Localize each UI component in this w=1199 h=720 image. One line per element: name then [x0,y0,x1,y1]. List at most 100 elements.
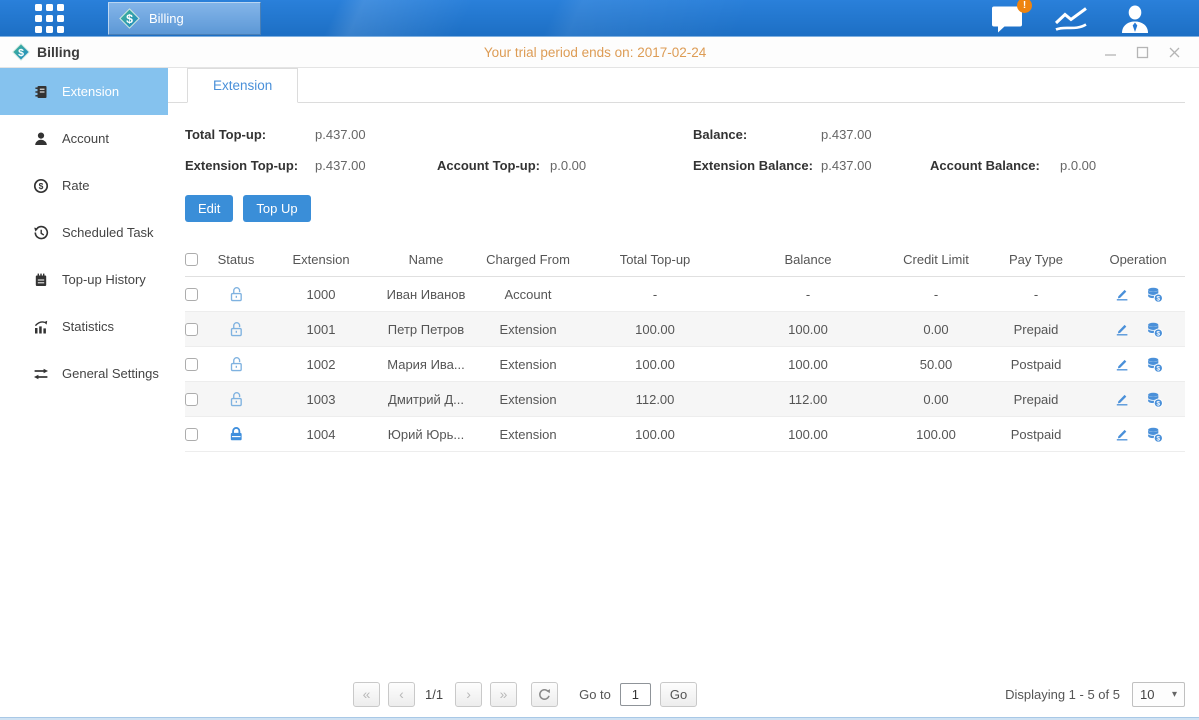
edit-icon[interactable] [1114,286,1130,302]
page-size-select[interactable]: 10 ▾ [1132,682,1185,707]
edit-button[interactable]: Edit [185,195,233,222]
sidebar-item-label: Top-up History [62,272,146,287]
svg-text:$: $ [1156,435,1160,442]
edit-icon[interactable] [1114,426,1130,442]
sidebar-item-general-settings[interactable]: General Settings [0,350,168,397]
minimize-button[interactable] [1104,46,1117,59]
row-checkbox[interactable] [185,323,198,336]
sidebar-item-label: Scheduled Task [62,225,154,240]
taskbar-tab-label: Billing [149,11,184,26]
balance-cell: 112.00 [725,392,891,407]
credit-limit-cell: 50.00 [891,357,981,372]
table-row: 1000 Иван Иванов Account - - - - $ [185,277,1185,312]
pay-type-cell: Postpaid [981,427,1091,442]
last-page-button[interactable]: » [490,682,517,707]
pay-type-cell: Prepaid [981,392,1091,407]
ledger-icon [32,84,49,100]
col-balance: Balance [725,252,891,267]
total-topup-value: p.437.00 [315,119,366,150]
messages-icon[interactable]: ! [991,4,1024,33]
sidebar-item-statistics[interactable]: Statistics [0,303,168,350]
table-body: 1000 Иван Иванов Account - - - - $ [185,277,1185,452]
table-row: 1001 Петр Петров Extension 100.00 100.00… [185,312,1185,347]
top-up-coins-icon[interactable]: $ [1146,356,1163,373]
window-title: Billing [37,44,80,60]
row-checkbox[interactable] [185,428,198,441]
col-operation: Operation [1091,252,1185,267]
window-title-area: $ Billing [12,43,80,61]
maximize-button[interactable] [1136,46,1149,59]
sidebar: Extension Account $ Rate Scheduled T [0,68,168,717]
sidebar-item-extension[interactable]: Extension [0,68,168,115]
user-menu-icon[interactable] [1118,4,1152,33]
balance-cell: 100.00 [725,427,891,442]
top-up-coins-icon[interactable]: $ [1146,391,1163,408]
lock-open-icon [227,390,245,408]
row-checkbox[interactable] [185,358,198,371]
trial-notice: Your trial period ends on: 2017-02-24 [484,45,706,60]
total-topup-cell: 100.00 [585,427,725,442]
edit-icon[interactable] [1114,356,1130,372]
sidebar-item-label: Account [62,131,109,146]
top-up-coins-icon[interactable]: $ [1146,426,1163,443]
table-row: 1004 Юрий Юрь... Extension 100.00 100.00… [185,417,1185,452]
tab-extension[interactable]: Extension [187,68,298,103]
select-all-checkbox[interactable] [185,253,198,266]
sidebar-item-label: General Settings [62,366,159,381]
lock-open-icon [227,320,245,338]
lock-open-icon [227,285,245,303]
top-up-button[interactable]: Top Up [243,195,310,222]
prev-page-button[interactable]: ‹ [388,682,415,707]
sidebar-item-account[interactable]: Account [0,115,168,162]
sidebar-item-label: Statistics [62,319,114,334]
account-balance-label: Account Balance: [930,150,1060,181]
sliders-icon [32,366,49,382]
resource-monitor-icon[interactable] [1053,4,1089,33]
sidebar-item-scheduled-task[interactable]: Scheduled Task [0,209,168,256]
name-cell: Мария Ива... [381,357,471,372]
edit-icon[interactable] [1114,391,1130,407]
pay-type-cell: Postpaid [981,357,1091,372]
sidebar-item-topup-history[interactable]: Top-up History [0,256,168,303]
app-launcher-icon[interactable] [35,4,64,33]
extension-topup-label: Extension Top-up: [185,150,315,181]
balance-cell: 100.00 [725,322,891,337]
close-button[interactable] [1168,46,1181,59]
pay-type-cell: Prepaid [981,322,1091,337]
table-row: 1002 Мария Ива... Extension 100.00 100.0… [185,347,1185,382]
lock-closed-icon [227,425,245,443]
goto-page-input[interactable] [620,683,651,706]
main-content: Extension Total Top-up:p.437.00 Extensio… [168,68,1199,717]
svg-text:$: $ [38,181,43,191]
credit-limit-cell: - [891,287,981,302]
account-balance-value: p.0.00 [1060,150,1096,181]
next-page-button[interactable]: › [455,682,482,707]
taskbar-tab-billing[interactable]: $ Billing [108,2,261,35]
svg-text:$: $ [18,47,24,59]
row-checkbox[interactable] [185,288,198,301]
row-checkbox[interactable] [185,393,198,406]
total-topup-label: Total Top-up: [185,119,315,150]
extensions-table: Status Extension Name Charged From Total… [185,242,1185,452]
pay-type-cell: - [981,287,1091,302]
total-topup-cell: 100.00 [585,322,725,337]
extension-topup-value: p.437.00 [315,150,437,181]
go-button[interactable]: Go [660,682,697,707]
total-topup-cell: 112.00 [585,392,725,407]
page-indicator: 1/1 [425,687,443,702]
dollar-circle-icon: $ [32,178,49,194]
refresh-button[interactable] [531,682,558,707]
edit-icon[interactable] [1114,321,1130,337]
col-status: Status [211,252,261,267]
first-page-button[interactable]: « [353,682,380,707]
top-up-coins-icon[interactable]: $ [1146,286,1163,303]
sidebar-item-rate[interactable]: $ Rate [0,162,168,209]
balance-value: p.437.00 [821,119,872,150]
charged-from-cell: Account [471,287,585,302]
svg-text:$: $ [1156,400,1160,407]
charged-from-cell: Extension [471,427,585,442]
top-up-coins-icon[interactable]: $ [1146,321,1163,338]
account-topup-label: Account Top-up: [437,150,550,181]
user-icon [32,131,49,147]
col-pay-type: Pay Type [981,252,1091,267]
